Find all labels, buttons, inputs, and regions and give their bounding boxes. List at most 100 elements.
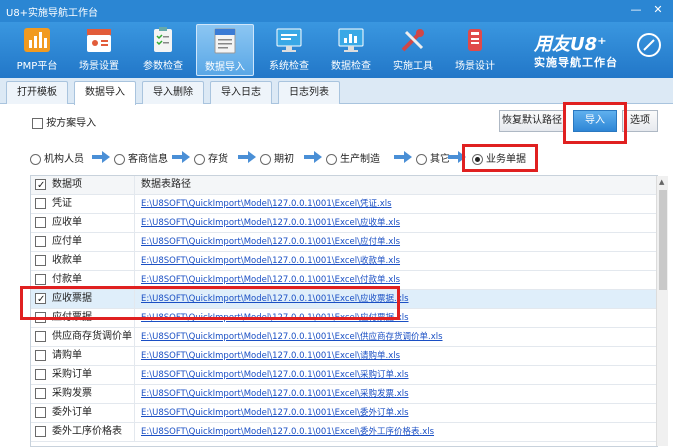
step-opening-radio[interactable] [260,153,271,165]
step-other-label: 其它 [430,154,450,165]
row-checkbox[interactable] [35,216,46,228]
toolbar-scene-design-label: 场景设计 [455,61,495,72]
row-item-label: 委外订单 [52,407,92,418]
close-button[interactable]: ✕ [650,2,666,18]
step-manufacturing[interactable]: 生产制造 [326,150,380,165]
file-import-icon [214,28,236,54]
table-row[interactable]: 收款单 E:\U8SOFT\QuickImport\Model\127.0.0.1… [31,252,657,271]
table-row[interactable]: 委外工序价格表 E:\U8SOFT\QuickImport\Model\127.0… [31,423,657,442]
tab-strip: 打开模板 数据导入 导入删除 导入日志 日志列表 [0,78,673,105]
step-other[interactable]: 其它 [416,150,450,165]
row-checkbox[interactable] [35,406,46,418]
arrow-right-icon [172,151,190,163]
tab-log-list[interactable]: 日志列表 [278,81,340,104]
step-org-staff-radio[interactable] [30,153,41,165]
step-inventory[interactable]: 存货 [194,150,228,165]
scroll-up-icon[interactable]: ▲ [659,178,664,186]
toolbar-data-check[interactable]: 数据检查 [322,24,380,76]
table-row[interactable]: 采购发票 E:\U8SOFT\QuickImport\Model\127.0.0.… [31,385,657,404]
step-opening[interactable]: 期初 [260,150,294,165]
toolbar-tools[interactable]: 实施工具 [384,24,442,76]
row-path-link[interactable]: E:\U8SOFT\QuickImport\Model\127.0.0.1\00… [141,427,434,437]
row-checkbox[interactable] [35,387,46,399]
row-checkbox[interactable] [35,235,46,247]
tab-import-log[interactable]: 导入日志 [210,81,272,104]
step-org-staff[interactable]: 机构人员 [30,150,84,165]
row-checkbox[interactable] [35,330,46,342]
window-title: U8+实施导航工作台 [6,8,99,19]
row-path-link[interactable]: E:\U8SOFT\QuickImport\Model\127.0.0.1\00… [141,218,400,228]
options-button[interactable]: 选项 [622,110,658,132]
tab-open-template[interactable]: 打开模板 [6,81,68,104]
step-customer-info[interactable]: 客商信息 [114,150,168,165]
row-path-link[interactable]: E:\U8SOFT\QuickImport\Model\127.0.0.1\00… [141,332,443,342]
tab-data-import[interactable]: 数据导入 [74,81,136,105]
row-path-link[interactable]: E:\U8SOFT\QuickImport\Model\127.0.0.1\00… [141,199,392,209]
arrow-right-icon [394,151,412,163]
clipboard-check-icon [154,27,172,52]
step-inventory-label: 存货 [208,154,228,165]
by-plan-label: 按方案导入 [46,118,97,129]
by-plan-option[interactable]: 按方案导入 [32,114,96,129]
row-path-link[interactable]: E:\U8SOFT\QuickImport\Model\127.0.0.1\00… [141,237,400,247]
title-bar: U8+实施导航工作台 — ✕ [0,0,673,22]
tab-import-delete[interactable]: 导入删除 [142,81,204,104]
table-row[interactable]: 应付单 E:\U8SOFT\QuickImport\Model\127.0.0.1… [31,233,657,252]
row-path-link[interactable]: E:\U8SOFT\QuickImport\Model\127.0.0.1\00… [141,408,409,418]
step-other-radio[interactable] [416,153,427,165]
toolbar-tools-label: 实施工具 [393,61,433,72]
toolbar-data-check-label: 数据检查 [331,61,371,72]
restore-default-path-button[interactable]: 恢复默认路径 [499,110,565,132]
col-header-item: 数据项 [52,179,82,190]
arrow-right-icon [304,151,322,163]
category-steps: 机构人员 客商信息 存货 期初 生产制造 其它 业务单据 [30,150,650,166]
row-checkbox[interactable] [35,368,46,380]
table-row[interactable]: 采购订单 E:\U8SOFT\QuickImport\Model\127.0.0.… [31,366,657,385]
toolbar-scene-design[interactable]: 场景设计 [446,24,504,76]
table-row[interactable]: 应收单 E:\U8SOFT\QuickImport\Model\127.0.0.1… [31,214,657,233]
row-checkbox[interactable] [35,273,46,285]
toolbar-param-check[interactable]: 参数检查 [134,24,192,76]
row-path-link[interactable]: E:\U8SOFT\QuickImport\Model\127.0.0.1\00… [141,351,400,361]
row-checkbox[interactable] [35,254,46,266]
scroll-thumb[interactable] [659,190,667,290]
chart-bar-icon [24,28,50,52]
row-path-link[interactable]: E:\U8SOFT\QuickImport\Model\127.0.0.1\00… [141,389,409,399]
toolbar-pmp[interactable]: PMP平台 [8,24,66,76]
highlight-business-docs-box [462,144,538,172]
row-checkbox[interactable] [35,349,46,361]
row-item-label: 凭证 [52,198,72,209]
vertical-scrollbar[interactable]: ▲ [656,176,668,446]
step-manufacturing-radio[interactable] [326,153,337,165]
table-row[interactable]: 请购单 E:\U8SOFT\QuickImport\Model\127.0.0.1… [31,347,657,366]
toolbar-data-import[interactable]: 数据导入 [196,24,254,76]
row-path-link[interactable]: E:\U8SOFT\QuickImport\Model\127.0.0.1\00… [141,370,409,380]
row-path-link[interactable]: E:\U8SOFT\QuickImport\Model\127.0.0.1\00… [141,275,400,285]
minimize-button[interactable]: — [628,2,644,18]
step-customer-info-radio[interactable] [114,153,125,165]
monitor-chart-icon [338,28,364,52]
step-inventory-radio[interactable] [194,153,205,165]
row-item-label: 委外工序价格表 [52,426,122,437]
toolbar-scene-settings[interactable]: 场景设置 [70,24,128,76]
row-item-label: 供应商存货调价单 [52,331,132,342]
table-row[interactable]: 凭证 E:\U8SOFT\QuickImport\Model\127.0.0.1\… [31,195,657,214]
step-opening-label: 期初 [274,154,294,165]
row-checkbox[interactable] [35,425,46,437]
row-path-link[interactable]: E:\U8SOFT\QuickImport\Model\127.0.0.1\00… [141,256,400,266]
table-row[interactable]: 供应商存货调价单 E:\U8SOFT\QuickImport\Model\127.… [31,328,657,347]
select-all-checkbox[interactable] [35,177,46,195]
row-item-label: 请购单 [52,350,82,361]
step-customer-info-label: 客商信息 [128,154,168,165]
toolbar-system-check[interactable]: 系统检查 [260,24,318,76]
toolbar-scene-settings-label: 场景设置 [79,61,119,72]
main-toolbar: PMP平台 场景设置 参数检查 数据导入 系统检查 数据检查 实施工具 场景设计… [0,22,673,78]
arrow-right-icon [238,151,256,163]
row-checkbox[interactable] [35,197,46,209]
table-row[interactable]: 委外订单 E:\U8SOFT\QuickImport\Model\127.0.0.… [31,404,657,423]
arrow-right-icon [92,151,110,163]
toolbar-data-import-label: 数据导入 [205,62,245,73]
highlight-import-box [563,102,627,144]
by-plan-checkbox[interactable] [32,117,43,129]
row-item-label: 应付单 [52,236,82,247]
